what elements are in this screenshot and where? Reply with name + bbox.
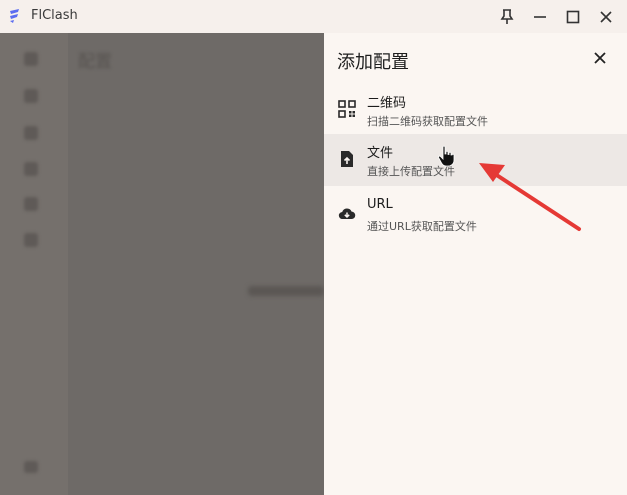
nav-requests-icon xyxy=(24,162,38,176)
dimmed-background[interactable]: 配置 xyxy=(0,33,324,495)
hand-cursor-icon xyxy=(438,145,455,167)
cloud-download-icon xyxy=(338,208,356,220)
minimize-button[interactable] xyxy=(525,4,555,30)
add-profile-sheet: 添加配置 二维码 扫描二维码获取配置文件 文件 直接上传配置文件 URL 通过U… xyxy=(324,33,627,495)
empty-state-text xyxy=(248,286,324,296)
window-title: FlClash xyxy=(31,8,78,23)
nav-collapse-icon xyxy=(24,461,38,473)
file-upload-icon xyxy=(341,151,353,167)
option-title: URL xyxy=(367,197,393,212)
minimize-icon xyxy=(534,16,546,18)
nav-resources-icon xyxy=(24,197,38,211)
option-file[interactable]: 文件 直接上传配置文件 xyxy=(324,134,627,186)
sheet-close-button[interactable] xyxy=(588,46,612,70)
pin-button[interactable] xyxy=(492,4,522,30)
close-icon xyxy=(594,52,606,64)
qr-code-icon xyxy=(338,100,356,118)
option-title: 文件 xyxy=(367,146,394,161)
app-logo-icon xyxy=(10,9,19,23)
window-close-button[interactable] xyxy=(591,4,621,30)
nav-profiles-icon xyxy=(24,126,38,140)
nav-tools-icon xyxy=(24,233,38,247)
option-qrcode[interactable]: 二维码 扫描二维码获取配置文件 xyxy=(324,84,627,136)
sheet-title: 添加配置 xyxy=(337,52,409,73)
title-bar: FlClash xyxy=(0,0,627,33)
nav-dashboard-icon xyxy=(24,52,38,66)
pin-icon xyxy=(500,9,514,24)
option-description: 扫描二维码获取配置文件 xyxy=(367,115,488,128)
page-title: 配置 xyxy=(78,52,112,72)
option-url[interactable]: URL 通过URL获取配置文件 xyxy=(324,189,627,241)
option-description: 通过URL获取配置文件 xyxy=(367,220,477,233)
option-title: 二维码 xyxy=(367,96,407,111)
nav-proxies-icon xyxy=(24,89,38,103)
maximize-icon xyxy=(566,10,580,24)
navigation-rail xyxy=(0,33,68,495)
close-icon xyxy=(600,11,612,23)
maximize-button[interactable] xyxy=(558,4,588,30)
